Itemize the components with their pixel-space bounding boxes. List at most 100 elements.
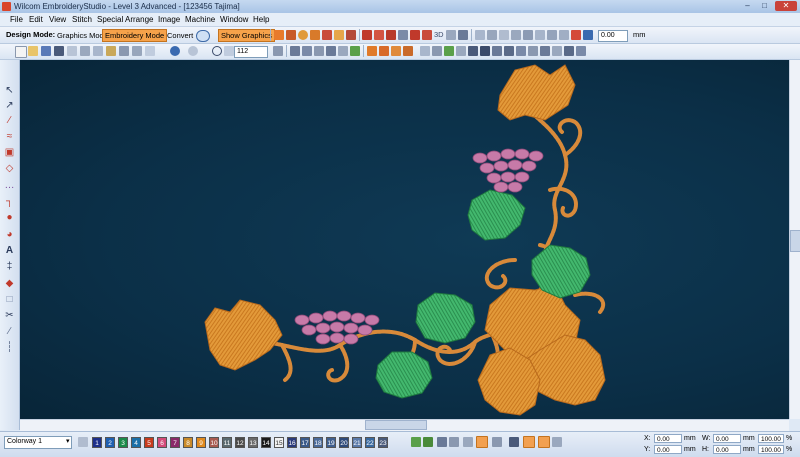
leaf-icon[interactable] — [379, 46, 389, 56]
fill-icon[interactable] — [322, 30, 332, 40]
green-icon[interactable] — [350, 46, 360, 56]
copy-icon[interactable] — [475, 30, 485, 40]
color-swatch[interactable]: 7 — [170, 437, 180, 448]
horizontal-scroll-thumb[interactable] — [365, 420, 427, 430]
new-file-icon[interactable] — [15, 46, 27, 58]
lock-icon[interactable] — [559, 30, 569, 40]
branch-icon[interactable] — [516, 46, 526, 56]
satin-tool-icon[interactable]: ┐ — [4, 196, 15, 207]
print-preview-icon[interactable] — [67, 46, 77, 56]
break-icon[interactable] — [540, 46, 550, 56]
oval-icon[interactable] — [403, 46, 413, 56]
triangle-icon[interactable] — [346, 30, 356, 40]
color-swatch[interactable]: 20 — [339, 437, 349, 448]
color-swatch[interactable]: 9 — [196, 437, 206, 448]
sequence-icon[interactable] — [564, 46, 574, 56]
cross-icon[interactable] — [444, 46, 454, 56]
color-swatch[interactable]: 1 — [92, 437, 102, 448]
paste-icon-2[interactable] — [106, 46, 116, 56]
thread-icon[interactable] — [367, 46, 377, 56]
maximize-button[interactable]: □ — [757, 1, 772, 11]
realistic-icon[interactable] — [458, 30, 468, 40]
lock-status-icon[interactable] — [552, 437, 562, 447]
group-icon[interactable] — [535, 30, 545, 40]
monogram-icon[interactable]: ‡ — [4, 261, 15, 272]
distribute-icon[interactable] — [523, 30, 533, 40]
arrange-icon[interactable] — [499, 30, 509, 40]
nodes-icon[interactable] — [314, 46, 324, 56]
dots-icon[interactable] — [398, 30, 408, 40]
color-swatch[interactable]: 10 — [209, 437, 219, 448]
show-graphics-button[interactable]: Show Graphics — [218, 29, 275, 42]
box-tool-icon[interactable]: □ — [4, 294, 15, 305]
needle-icon[interactable] — [334, 30, 344, 40]
reshape-icon[interactable] — [302, 46, 312, 56]
status-tool-5-icon[interactable] — [538, 436, 550, 448]
column-icon[interactable]: ▣ — [4, 147, 15, 158]
duplicate-icon[interactable] — [119, 46, 129, 56]
menu-help[interactable]: Help — [253, 14, 269, 25]
circle-tool-icon[interactable]: ● — [4, 212, 15, 223]
pen-icon[interactable]: ∕ — [4, 115, 15, 126]
zoom-box-icon[interactable] — [224, 46, 234, 56]
color-swatch[interactable]: 11 — [222, 437, 232, 448]
color-swatch[interactable]: 16 — [287, 437, 297, 448]
pointer-icon[interactable]: ↖ — [4, 85, 15, 96]
h-percent-field[interactable]: 100.00 — [758, 445, 784, 454]
color-swatch[interactable]: 6 — [157, 437, 167, 448]
properties-icon[interactable] — [145, 46, 155, 56]
trash-icon[interactable] — [449, 437, 459, 447]
menu-image[interactable]: Image — [158, 14, 180, 25]
grid-icon[interactable] — [286, 30, 296, 40]
embroidery-mode-button[interactable]: Embroidery Mode — [102, 29, 168, 42]
chevron-down-icon[interactable]: ▾ — [66, 437, 70, 445]
color-swatch[interactable]: 13 — [248, 437, 258, 448]
array-icon[interactable] — [432, 46, 442, 56]
vertical-scroll-thumb[interactable] — [790, 230, 800, 252]
rotate-icon[interactable] — [583, 30, 593, 40]
minimize-button[interactable]: – — [740, 1, 755, 11]
stitch-angle-icon[interactable]: ∕ — [4, 326, 15, 337]
order-icon[interactable] — [552, 46, 562, 56]
copy-icon-2[interactable] — [93, 46, 103, 56]
color-swatch[interactable]: 17 — [300, 437, 310, 448]
run-icon[interactable]: … — [4, 180, 15, 191]
color-swatch[interactable]: 22 — [365, 437, 375, 448]
split-icon[interactable] — [456, 46, 466, 56]
reshape-tool-icon[interactable]: ↗ — [4, 100, 15, 111]
h-field[interactable]: 0.00 — [713, 445, 741, 454]
save-icon[interactable] — [41, 46, 51, 56]
color-swatch[interactable]: 15 — [274, 437, 284, 448]
input-a-icon[interactable]: ≈ — [4, 131, 15, 142]
circle-icon[interactable] — [298, 30, 308, 40]
lines-icon[interactable] — [374, 30, 384, 40]
close-button[interactable]: ✕ — [775, 1, 797, 11]
x-field[interactable]: 0.00 — [654, 434, 682, 443]
fit-icon[interactable] — [273, 46, 283, 56]
measure-icon[interactable]: ┆ — [4, 342, 15, 353]
appliqué-icon[interactable]: ◆ — [4, 278, 15, 289]
rotate-input[interactable]: 0.00 — [598, 30, 628, 42]
mirror-icon[interactable] — [132, 46, 142, 56]
weld-icon[interactable] — [571, 30, 581, 40]
w-field[interactable]: 0.00 — [713, 434, 741, 443]
down-arrow-icon[interactable] — [423, 437, 433, 447]
color-swatch[interactable]: 18 — [313, 437, 323, 448]
design-canvas[interactable] — [20, 60, 789, 419]
colorway-select[interactable]: Colorway 1 — [4, 436, 72, 449]
rgb-icon[interactable] — [463, 437, 473, 447]
3d-button[interactable]: 3D — [432, 29, 446, 40]
menu-file[interactable]: File — [10, 14, 23, 25]
feather-icon[interactable] — [391, 46, 401, 56]
color-swatch[interactable]: 3 — [118, 437, 128, 448]
combine-icon[interactable] — [528, 46, 538, 56]
redo-icon[interactable] — [188, 46, 198, 56]
convert-button[interactable]: Convert — [164, 29, 196, 42]
color-swatch[interactable]: 19 — [326, 437, 336, 448]
view-icon[interactable] — [446, 30, 456, 40]
up-arrow-icon[interactable] — [411, 437, 421, 447]
menu-special[interactable]: Special — [97, 14, 123, 25]
y-field[interactable]: 0.00 — [654, 445, 682, 454]
paste-icon[interactable] — [487, 30, 497, 40]
menu-arrange[interactable]: Arrange — [125, 14, 153, 25]
